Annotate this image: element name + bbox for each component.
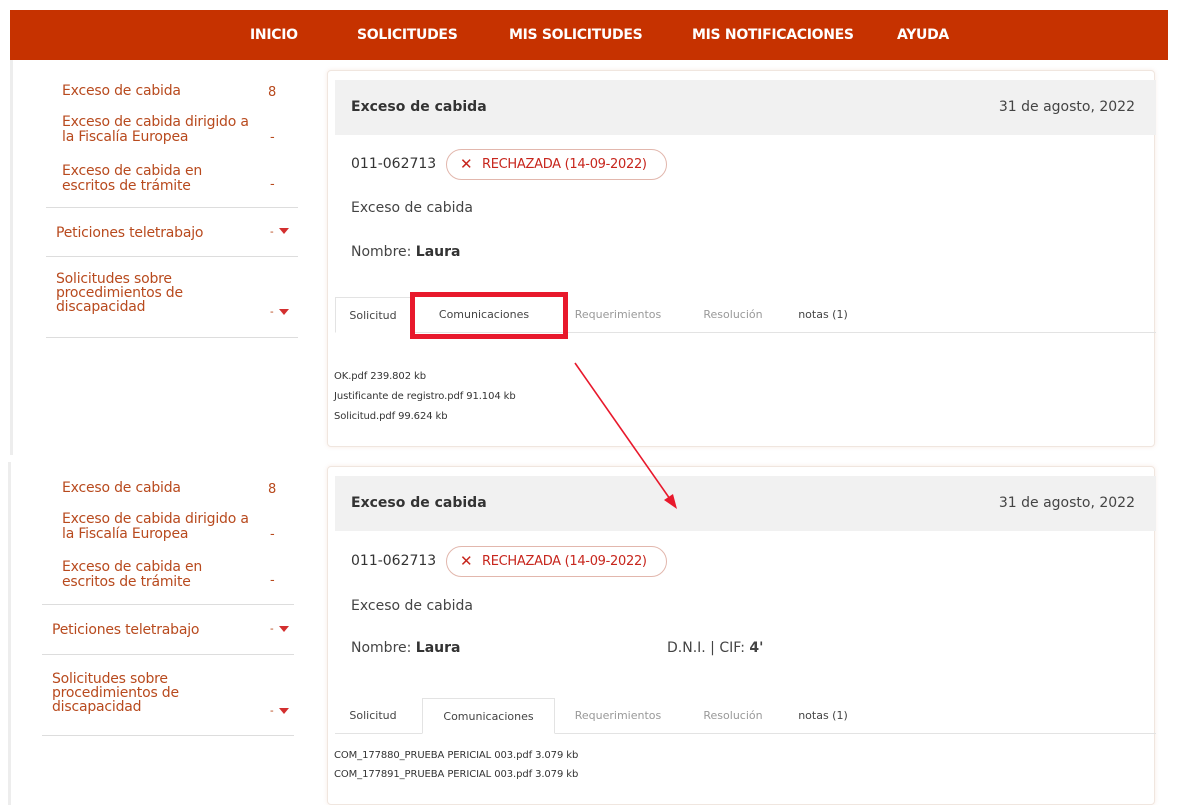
dni-label: D.N.I. | CIF: xyxy=(667,640,745,656)
name-label: Nombre: xyxy=(351,640,412,656)
caret-dot: - xyxy=(270,306,274,318)
nav-solicitudes[interactable]: SOLICITUDES xyxy=(357,10,458,60)
tab-notas[interactable]: notas (1) xyxy=(783,297,863,333)
sidebar-section-line: discapacidad xyxy=(52,699,142,715)
tab-requerimientos[interactable]: Requerimientos xyxy=(556,297,680,333)
sidebar-divider xyxy=(42,654,294,655)
request-reference: 011-062713 xyxy=(351,156,437,172)
top-navigation-bar: INICIO SOLICITUDES MIS SOLICITUDES MIS N… xyxy=(10,10,1168,60)
tab-requerimientos[interactable]: Requerimientos xyxy=(556,698,680,734)
tab-solicitud[interactable]: Solicitud xyxy=(335,297,411,333)
sidebar-count: - xyxy=(270,130,275,145)
tab-solicitud[interactable]: Solicitud xyxy=(335,698,411,734)
applicant-dni: D.N.I. | CIF: 4' xyxy=(667,640,763,656)
sidebar-section-teletrabajo[interactable]: Peticiones teletrabajo xyxy=(56,226,203,240)
chevron-down-icon[interactable] xyxy=(279,708,289,714)
card-date: 31 de agosto, 2022 xyxy=(998,495,1135,511)
sidebar-divider xyxy=(42,604,294,605)
status-badge: ✕ RECHAZADA (14-09-2022) xyxy=(446,546,667,577)
attachment-link[interactable]: COM_177880_PRUEBA PERICIAL 003.pdf 3.079… xyxy=(334,750,578,761)
sidebar-link-line: escritos de trámite xyxy=(62,178,191,194)
applicant-name: Nombre: Laura xyxy=(351,244,460,260)
sidebar-count: 8 xyxy=(268,85,277,100)
request-description: Exceso de cabida xyxy=(351,598,473,614)
tab-resolucion[interactable]: Resolución xyxy=(688,297,778,333)
dni-value: 4' xyxy=(749,640,764,656)
status-text: RECHAZADA (14-09-2022) xyxy=(482,157,647,172)
attachment-link[interactable]: OK.pdf 239.802 kb xyxy=(334,371,426,382)
sidebar-count: - xyxy=(270,527,275,542)
sidebar-link-escritos-tramite[interactable]: Exceso de cabida en escritos de trámite xyxy=(62,560,202,590)
sidebar-section-discapacidad[interactable]: Solicitudes sobre procedimientos de disc… xyxy=(52,672,179,714)
screenshot-panel-before: Exceso de cabida 8 Exceso de cabida diri… xyxy=(0,60,1178,455)
caret-dot: - xyxy=(270,705,274,717)
sidebar-divider xyxy=(42,735,294,736)
sidebar-section-line: Solicitudes sobre xyxy=(52,671,168,687)
attachment-link[interactable]: Solicitud.pdf 99.624 kb xyxy=(334,411,448,422)
chevron-down-icon[interactable] xyxy=(279,228,289,234)
request-card: Exceso de cabida 31 de agosto, 2022 011-… xyxy=(327,466,1156,805)
sidebar-link-fiscalia-europea[interactable]: Exceso de cabida dirigido a la Fiscalía … xyxy=(62,512,249,542)
card-title: Exceso de cabida xyxy=(351,99,487,115)
tab-resolucion[interactable]: Resolución xyxy=(688,698,778,734)
left-edge-line xyxy=(10,60,13,455)
close-x-icon: ✕ xyxy=(460,155,473,173)
sidebar-link-escritos-tramite[interactable]: Exceso de cabida en escritos de trámite xyxy=(62,164,202,194)
card-header: Exceso de cabida 31 de agosto, 2022 xyxy=(335,476,1156,531)
left-edge-line xyxy=(8,462,11,805)
card-title: Exceso de cabida xyxy=(351,495,487,511)
status-text: RECHAZADA (14-09-2022) xyxy=(482,554,647,569)
sidebar-link-line: la Fiscalía Europea xyxy=(62,129,189,145)
sidebar-link-exceso-cabida[interactable]: Exceso de cabida xyxy=(62,84,181,99)
nav-ayuda[interactable]: AYUDA xyxy=(897,10,949,60)
sidebar-count: - xyxy=(270,177,275,192)
sidebar-link-line: Exceso de cabida dirigido a xyxy=(62,511,249,527)
nav-mis-solicitudes[interactable]: MIS SOLICITUDES xyxy=(509,10,643,60)
chevron-down-icon[interactable] xyxy=(279,626,289,632)
card-header: Exceso de cabida 31 de agosto, 2022 xyxy=(335,80,1156,135)
close-x-icon: ✕ xyxy=(460,552,473,570)
sidebar-section-discapacidad[interactable]: Solicitudes sobre procedimientos de disc… xyxy=(56,272,183,314)
card-date: 31 de agosto, 2022 xyxy=(998,99,1135,115)
sidebar-section-line: Solicitudes sobre xyxy=(56,271,172,287)
sidebar-section-teletrabajo[interactable]: Peticiones teletrabajo xyxy=(52,623,199,637)
nav-inicio[interactable]: INICIO xyxy=(250,10,298,60)
sidebar-link-fiscalia-europea[interactable]: Exceso de cabida dirigido a la Fiscalía … xyxy=(62,115,249,145)
caret-dot: - xyxy=(270,623,274,635)
name-label: Nombre: xyxy=(351,244,412,260)
sidebar-count: 8 xyxy=(268,482,277,497)
sidebar-link-line: Exceso de cabida en xyxy=(62,559,203,575)
attachment-link[interactable]: COM_177891_PRUEBA PERICIAL 003.pdf 3.079… xyxy=(334,769,578,780)
name-value: Laura xyxy=(415,244,461,260)
sidebar-count: - xyxy=(270,573,275,588)
attachment-link[interactable]: Justificante de registro.pdf 91.104 kb xyxy=(334,391,516,402)
sidebar-divider xyxy=(46,337,298,338)
request-description: Exceso de cabida xyxy=(351,200,473,216)
sidebar-section-line: procedimientos de xyxy=(56,285,183,301)
sidebar-link-line: escritos de trámite xyxy=(62,574,191,590)
sidebar-link-line: Exceso de cabida dirigido a xyxy=(62,114,249,130)
caret-dot: - xyxy=(270,226,274,238)
nav-mis-notificaciones[interactable]: MIS NOTIFICACIONES xyxy=(692,10,854,60)
sidebar-divider xyxy=(46,256,298,257)
status-badge: ✕ RECHAZADA (14-09-2022) xyxy=(446,149,667,180)
sidebar-section-line: discapacidad xyxy=(56,299,146,315)
sidebar-section-line: procedimientos de xyxy=(52,685,179,701)
chevron-down-icon[interactable] xyxy=(279,309,289,315)
sidebar-divider xyxy=(46,207,298,208)
applicant-name: Nombre: Laura xyxy=(351,640,460,656)
tab-notas[interactable]: notas (1) xyxy=(783,698,863,734)
sidebar-link-exceso-cabida[interactable]: Exceso de cabida xyxy=(62,481,181,496)
request-reference: 011-062713 xyxy=(351,553,437,569)
tab-comunicaciones[interactable]: Comunicaciones xyxy=(414,297,554,333)
sidebar-link-line: la Fiscalía Europea xyxy=(62,526,189,542)
name-value: Laura xyxy=(415,640,461,656)
request-card: Exceso de cabida 31 de agosto, 2022 011-… xyxy=(327,70,1156,447)
tab-comunicaciones[interactable]: Comunicaciones xyxy=(422,698,555,734)
screenshot-panel-after: Exceso de cabida 8 Exceso de cabida diri… xyxy=(0,462,1178,805)
sidebar-link-line: Exceso de cabida en xyxy=(62,163,203,179)
